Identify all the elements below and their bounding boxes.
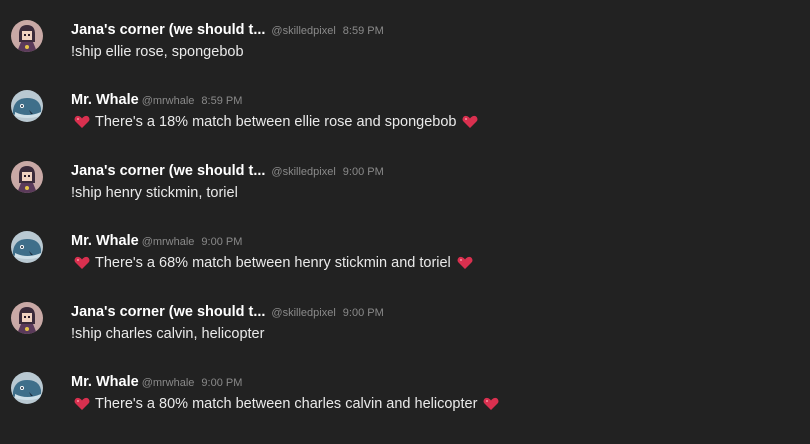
user-handle: @mrwhale — [141, 236, 195, 248]
message-header: Jana's corner (we should t... @skilledpi… — [71, 163, 384, 183]
jana-avatar[interactable] — [11, 302, 43, 334]
username[interactable]: Mr. Whale — [71, 374, 139, 390]
heart-icon — [457, 256, 473, 269]
timestamp: 9:00 PM — [201, 236, 243, 248]
username[interactable]: Jana's corner (we should t... — [71, 22, 265, 38]
message-header: Mr. Whale @mrwhale 9:00 PM — [71, 374, 242, 394]
message-header: Jana's corner (we should t... @skilledpi… — [71, 304, 384, 324]
timestamp: 8:59 PM — [342, 25, 384, 37]
message-header: Jana's corner (we should t... @skilledpi… — [71, 22, 384, 42]
message-header: Mr. Whale @mrwhale 8:59 PM — [71, 92, 242, 112]
message-text: !ship henry stickmin, toriel — [71, 185, 238, 201]
username[interactable]: Jana's corner (we should t... — [71, 304, 265, 320]
whale-avatar[interactable] — [11, 231, 43, 263]
message-item: Jana's corner (we should t... @skilledpi… — [0, 161, 810, 233]
heart-icon — [74, 115, 90, 128]
message-content: !ship ellie rose, spongebob — [71, 44, 244, 60]
whale-avatar[interactable] — [11, 90, 43, 122]
username[interactable]: Mr. Whale — [71, 92, 139, 108]
timestamp: 9:00 PM — [201, 377, 243, 389]
jana-avatar[interactable] — [11, 20, 43, 52]
heart-icon — [483, 397, 499, 410]
user-handle: @skilledpixel — [271, 166, 336, 178]
message-item: Mr. Whale @mrwhale 8:59 PM There's a 18%… — [0, 90, 810, 162]
user-handle: @mrwhale — [141, 377, 195, 389]
message-content: !ship charles calvin, helicopter — [71, 326, 264, 342]
message-item: Mr. Whale @mrwhale 9:00 PM There's a 68%… — [0, 231, 810, 303]
user-handle: @mrwhale — [141, 95, 195, 107]
heart-icon — [463, 115, 478, 128]
message-content: !ship henry stickmin, toriel — [71, 185, 238, 201]
jana-avatar[interactable] — [11, 161, 43, 193]
heart-icon — [74, 256, 90, 269]
message-text: !ship ellie rose, spongebob — [71, 44, 244, 60]
message-text: There's a 80% match between charles calv… — [95, 396, 478, 412]
message-content: There's a 18% match between ellie rose a… — [71, 114, 478, 130]
username[interactable]: Jana's corner (we should t... — [71, 163, 265, 179]
message-item: Jana's corner (we should t... @skilledpi… — [0, 302, 810, 374]
message-content: There's a 80% match between charles calv… — [71, 396, 499, 412]
message-item: Jana's corner (we should t... @skilledpi… — [0, 20, 810, 92]
message-content: There's a 68% match between henry stickm… — [71, 255, 473, 271]
message-header: Mr. Whale @mrwhale 9:00 PM — [71, 233, 242, 253]
user-handle: @skilledpixel — [271, 307, 336, 319]
timestamp: 9:00 PM — [342, 166, 384, 178]
timestamp: 9:00 PM — [342, 307, 384, 319]
message-item: Mr. Whale @mrwhale 9:00 PM There's a 80%… — [0, 372, 810, 444]
message-text: There's a 18% match between ellie rose a… — [95, 114, 457, 130]
username[interactable]: Mr. Whale — [71, 233, 139, 249]
timestamp: 8:59 PM — [201, 95, 243, 107]
user-handle: @skilledpixel — [271, 25, 336, 37]
message-text: There's a 68% match between henry stickm… — [95, 255, 451, 271]
message-text: !ship charles calvin, helicopter — [71, 326, 265, 342]
heart-icon — [74, 397, 90, 410]
whale-avatar[interactable] — [11, 372, 43, 404]
